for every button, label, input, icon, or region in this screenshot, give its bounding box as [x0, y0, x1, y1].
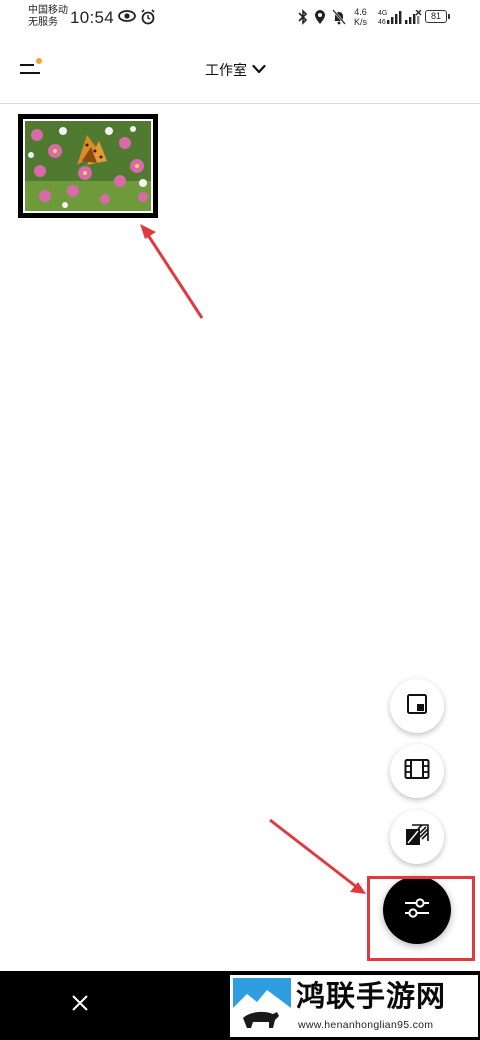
annotation-highlight-box [367, 876, 475, 961]
video-button[interactable] [390, 744, 444, 798]
watermark-url: www.henanhonglian95.com [298, 1019, 434, 1031]
workspace-selector[interactable]: 工作室 [205, 60, 266, 80]
signal-type-label-2: 46 [378, 19, 386, 26]
thumbnail-image [23, 119, 153, 213]
close-button[interactable] [60, 985, 100, 1025]
carrier-info: 中国移动 无服务 [28, 5, 68, 29]
layout-icon [406, 693, 428, 720]
alarm-icon [140, 9, 156, 30]
bluetooth-icon [298, 9, 308, 30]
layout-button[interactable] [390, 679, 444, 733]
watermark-title: 鸿联手游网 [296, 979, 447, 1013]
carrier-name: 中国移动 [28, 5, 68, 16]
mute-bell-icon [332, 9, 346, 30]
close-icon [71, 994, 89, 1017]
signal-icon [386, 10, 402, 29]
background-button[interactable] [390, 810, 444, 864]
app-bar-divider [0, 103, 480, 104]
watermark: 鸿联手游网 www.henanhonglian95.com [230, 975, 478, 1037]
arrow-to-adjust [269, 818, 359, 890]
battery-icon: 81 [425, 10, 450, 23]
chevron-down-icon [252, 61, 266, 79]
network-speed-unit: K/s [354, 17, 368, 27]
menu-icon [20, 64, 34, 66]
network-speed-value: 4.6 [354, 7, 367, 17]
watermark-logo [233, 978, 291, 1039]
signal-no-service-icon [404, 9, 422, 29]
status-bar: 中国移动 无服务 10:54 4.6 K/s 4G 46 81 [0, 0, 480, 36]
arrow-to-thumbnail [144, 231, 204, 319]
page-title: 工作室 [205, 62, 247, 78]
project-thumbnail[interactable] [18, 114, 158, 218]
arrowhead-thumbnail [140, 224, 156, 239]
network-speed: 4.6 K/s [354, 7, 367, 27]
film-icon [404, 758, 430, 785]
clock: 10:54 [70, 8, 115, 27]
carrier-service: 无服务 [28, 17, 58, 28]
location-icon [314, 9, 326, 30]
eye-icon [118, 9, 136, 28]
stripes-icon [404, 823, 430, 852]
arrowhead-adjust [350, 882, 366, 894]
menu-button[interactable] [18, 58, 44, 80]
notification-dot [36, 58, 42, 64]
menu-icon-bar [20, 72, 40, 74]
